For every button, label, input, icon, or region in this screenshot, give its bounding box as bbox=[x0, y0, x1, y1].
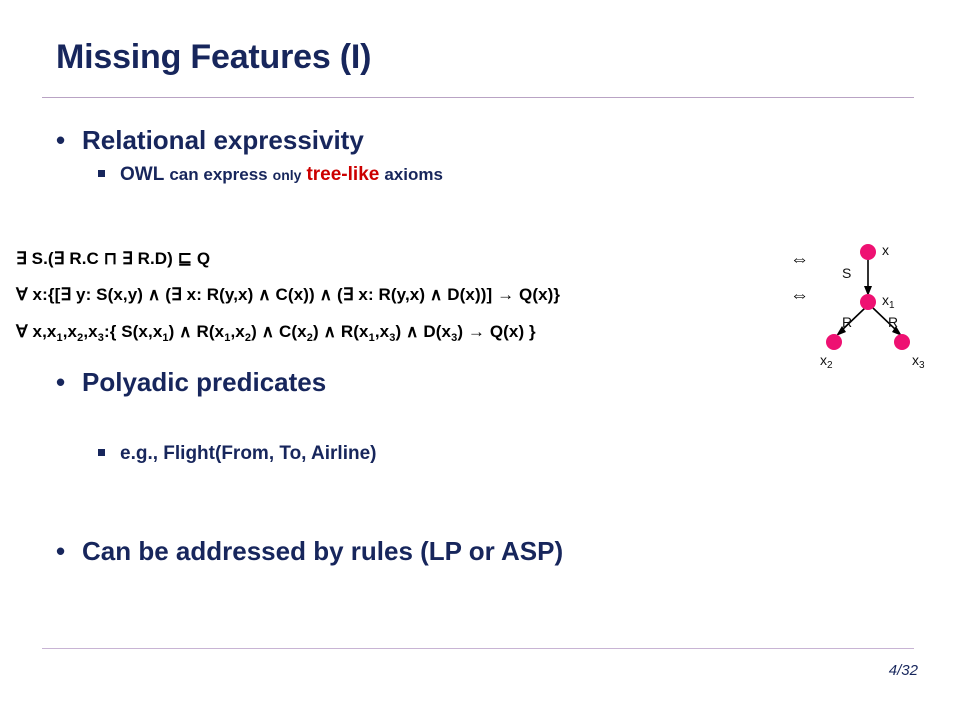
tree-label-x2: x2 bbox=[820, 352, 833, 371]
tree-node-root bbox=[860, 244, 876, 260]
equivalence-symbol-2: ⇔ bbox=[790, 285, 809, 306]
bullet-dot-icon: • bbox=[56, 536, 66, 566]
bullet-dot-icon: • bbox=[56, 367, 66, 397]
bullet-label: Relational expressivity bbox=[82, 125, 364, 155]
formula-line-2: ∀ x:{[∃ y: S(x,y) ∧ (∃ x: R(y,x) ∧ C(x))… bbox=[16, 285, 561, 304]
tree-label-x3: x3 bbox=[912, 352, 925, 371]
tree-diagram: x S x1 R R x2 x3 bbox=[820, 232, 960, 371]
subbullet-part-tree-like: tree-like bbox=[306, 164, 380, 185]
bullet-addressed-by-rules: • Can be addressed by rules (LP or ASP) bbox=[56, 536, 563, 567]
subbullet-part-only: only bbox=[272, 167, 302, 183]
footer-divider bbox=[42, 648, 914, 649]
equivalence-symbol-1: ⇔ bbox=[790, 249, 809, 270]
subbullet-owl-tree-like: OWL can express only tree-like axioms bbox=[98, 164, 443, 186]
tree-label-x1: x1 bbox=[882, 292, 895, 311]
subbullet-part-can-express: can express bbox=[169, 165, 268, 184]
bullet-relational-expressivity: • Relational expressivity bbox=[56, 125, 364, 156]
tree-node-x1 bbox=[860, 294, 876, 310]
subbullet-label: e.g., Flight(From, To, Airline) bbox=[120, 443, 377, 464]
tree-label-edge-s: S bbox=[842, 265, 852, 281]
tree-label-edge-r-left: R bbox=[842, 314, 853, 330]
square-bullet-icon bbox=[98, 443, 120, 464]
page-number: 4/32 bbox=[888, 662, 918, 679]
subbullet-flight-example: e.g., Flight(From, To, Airline) bbox=[98, 443, 376, 465]
tree-node-x3 bbox=[894, 334, 910, 350]
tree-label-edge-r-right: R bbox=[888, 314, 899, 330]
formula-line-3: ∀ x,x1,x2,x3:{ S(x,x1) ∧ R(x1,x2) ∧ C(x2… bbox=[16, 322, 536, 344]
tree-label-root: x bbox=[882, 242, 889, 258]
bullet-label: Polyadic predicates bbox=[82, 367, 327, 397]
page-title: Missing Features (I) bbox=[56, 38, 372, 76]
bullet-label: Can be addressed by rules (LP or ASP) bbox=[82, 536, 564, 566]
tree-node-x2 bbox=[826, 334, 842, 350]
bullet-dot-icon: • bbox=[56, 125, 66, 155]
formula-line-1: ∃ S.(∃ R.C ⊓ ∃ R.D) ⊑ Q bbox=[16, 249, 211, 268]
bullet-polyadic-predicates: • Polyadic predicates bbox=[56, 367, 326, 398]
subbullet-part-owl: OWL bbox=[120, 164, 165, 185]
formula-line-3-text: ∀ x,x1,x2,x3:{ S(x,x1) ∧ R(x1,x2) ∧ C(x2… bbox=[16, 322, 536, 344]
square-bullet-icon bbox=[98, 164, 120, 185]
subbullet-part-axioms: axioms bbox=[384, 165, 443, 184]
title-divider bbox=[42, 97, 914, 98]
